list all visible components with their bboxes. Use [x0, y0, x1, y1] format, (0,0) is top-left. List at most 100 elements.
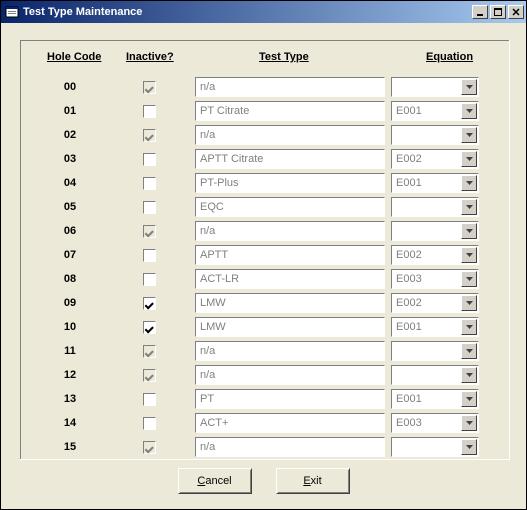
close-button[interactable] — [508, 5, 524, 19]
chevron-down-icon[interactable] — [461, 367, 477, 383]
hole-code-label: 03 — [31, 153, 109, 165]
inactive-cell — [109, 201, 189, 214]
hole-code-label: 10 — [31, 321, 109, 333]
chevron-down-icon[interactable] — [461, 439, 477, 455]
window-title: Test Type Maintenance — [19, 6, 472, 18]
chevron-down-icon[interactable] — [461, 175, 477, 191]
equation-cell: E003 — [389, 413, 485, 433]
test-type-cell: LMW — [189, 317, 389, 337]
test-type-input[interactable]: PT Citrate — [195, 101, 385, 121]
maximize-button[interactable] — [490, 5, 506, 19]
hole-code-label: 00 — [31, 81, 109, 93]
hole-code-label: 15 — [31, 441, 109, 453]
chevron-down-icon[interactable] — [461, 223, 477, 239]
inactive-checkbox[interactable] — [143, 393, 156, 406]
inactive-checkbox[interactable] — [143, 417, 156, 430]
table-row: 01 PT Citrate E001 — [31, 99, 499, 123]
footer-buttons: Cancel Exit — [4, 468, 523, 494]
equation-combobox[interactable]: E003 — [391, 269, 479, 289]
equation-combobox[interactable]: E002 — [391, 245, 479, 265]
test-type-input[interactable]: n/a — [195, 365, 385, 385]
equation-value: E001 — [392, 102, 460, 120]
inactive-checkbox[interactable] — [143, 105, 156, 118]
test-type-input[interactable]: ACT+ — [195, 413, 385, 433]
chevron-down-icon[interactable] — [461, 247, 477, 263]
cancel-button[interactable]: Cancel — [178, 468, 252, 494]
equation-combobox[interactable] — [391, 365, 479, 385]
window-controls — [472, 5, 524, 19]
equation-combobox[interactable] — [391, 77, 479, 97]
inactive-cell — [109, 345, 189, 358]
grid-groupbox: Hole Code Inactive? Test Type Equation 0… — [20, 40, 510, 460]
equation-combobox[interactable] — [391, 341, 479, 361]
equation-combobox[interactable]: E001 — [391, 101, 479, 121]
test-type-input[interactable]: n/a — [195, 77, 385, 97]
exit-button[interactable]: Exit — [276, 468, 350, 494]
test-type-input[interactable]: ACT-LR — [195, 269, 385, 289]
equation-combobox[interactable] — [391, 125, 479, 145]
equation-combobox[interactable]: E003 — [391, 413, 479, 433]
inactive-checkbox[interactable] — [143, 201, 156, 214]
hole-code-label: 01 — [31, 105, 109, 117]
inactive-checkbox[interactable] — [143, 249, 156, 262]
chevron-down-icon[interactable] — [461, 127, 477, 143]
chevron-down-icon[interactable] — [461, 199, 477, 215]
test-type-input[interactable]: LMW — [195, 317, 385, 337]
test-type-input[interactable]: n/a — [195, 437, 385, 457]
chevron-down-icon[interactable] — [461, 271, 477, 287]
inactive-cell — [109, 417, 189, 430]
test-type-input[interactable]: n/a — [195, 125, 385, 145]
table-row: 04 PT-Plus E001 — [31, 171, 499, 195]
chevron-down-icon[interactable] — [461, 415, 477, 431]
inactive-cell — [109, 249, 189, 262]
equation-combobox[interactable]: E002 — [391, 149, 479, 169]
table-row: 06 n/a — [31, 219, 499, 243]
titlebar: Test Type Maintenance — [1, 1, 526, 23]
inactive-checkbox[interactable] — [143, 153, 156, 166]
rows-container: 00 n/a 01 PT Citrate E001 02 n/a 03 APTT Citrate… — [31, 75, 499, 453]
equation-combobox[interactable]: E001 — [391, 317, 479, 337]
chevron-down-icon[interactable] — [461, 295, 477, 311]
test-type-input[interactable]: EQC — [195, 197, 385, 217]
hole-code-label: 06 — [31, 225, 109, 237]
test-type-input[interactable]: APTT Citrate — [195, 149, 385, 169]
test-type-input[interactable]: APTT — [195, 245, 385, 265]
equation-value: E003 — [392, 270, 460, 288]
test-type-input[interactable]: n/a — [195, 221, 385, 241]
hole-code-label: 02 — [31, 129, 109, 141]
equation-cell: E002 — [389, 293, 485, 313]
inactive-checkbox[interactable] — [143, 273, 156, 286]
chevron-down-icon[interactable] — [461, 103, 477, 119]
chevron-down-icon[interactable] — [461, 151, 477, 167]
chevron-down-icon[interactable] — [461, 391, 477, 407]
equation-combobox[interactable]: E001 — [391, 389, 479, 409]
inactive-checkbox[interactable] — [143, 321, 156, 334]
equation-combobox[interactable] — [391, 221, 479, 241]
equation-value — [392, 366, 460, 384]
inactive-checkbox[interactable] — [143, 297, 156, 310]
inactive-cell — [109, 393, 189, 406]
chevron-down-icon[interactable] — [461, 79, 477, 95]
test-type-input[interactable]: PT — [195, 389, 385, 409]
equation-combobox[interactable] — [391, 197, 479, 217]
test-type-input[interactable]: PT-Plus — [195, 173, 385, 193]
test-type-input[interactable]: n/a — [195, 341, 385, 361]
equation-combobox[interactable] — [391, 437, 479, 457]
equation-cell: E003 — [389, 269, 485, 289]
client-area: Hole Code Inactive? Test Type Equation 0… — [4, 26, 523, 506]
table-row: 15 n/a — [31, 435, 499, 459]
hole-code-label: 08 — [31, 273, 109, 285]
header-hole-code: Hole Code — [47, 51, 101, 63]
test-type-input[interactable]: LMW — [195, 293, 385, 313]
inactive-cell — [109, 153, 189, 166]
hole-code-label: 04 — [31, 177, 109, 189]
test-type-cell: n/a — [189, 437, 389, 457]
equation-value: E002 — [392, 294, 460, 312]
inactive-checkbox[interactable] — [143, 177, 156, 190]
equation-combobox[interactable]: E002 — [391, 293, 479, 313]
minimize-button[interactable] — [472, 5, 488, 19]
chevron-down-icon[interactable] — [461, 319, 477, 335]
equation-combobox[interactable]: E001 — [391, 173, 479, 193]
chevron-down-icon[interactable] — [461, 343, 477, 359]
equation-cell — [389, 437, 485, 457]
